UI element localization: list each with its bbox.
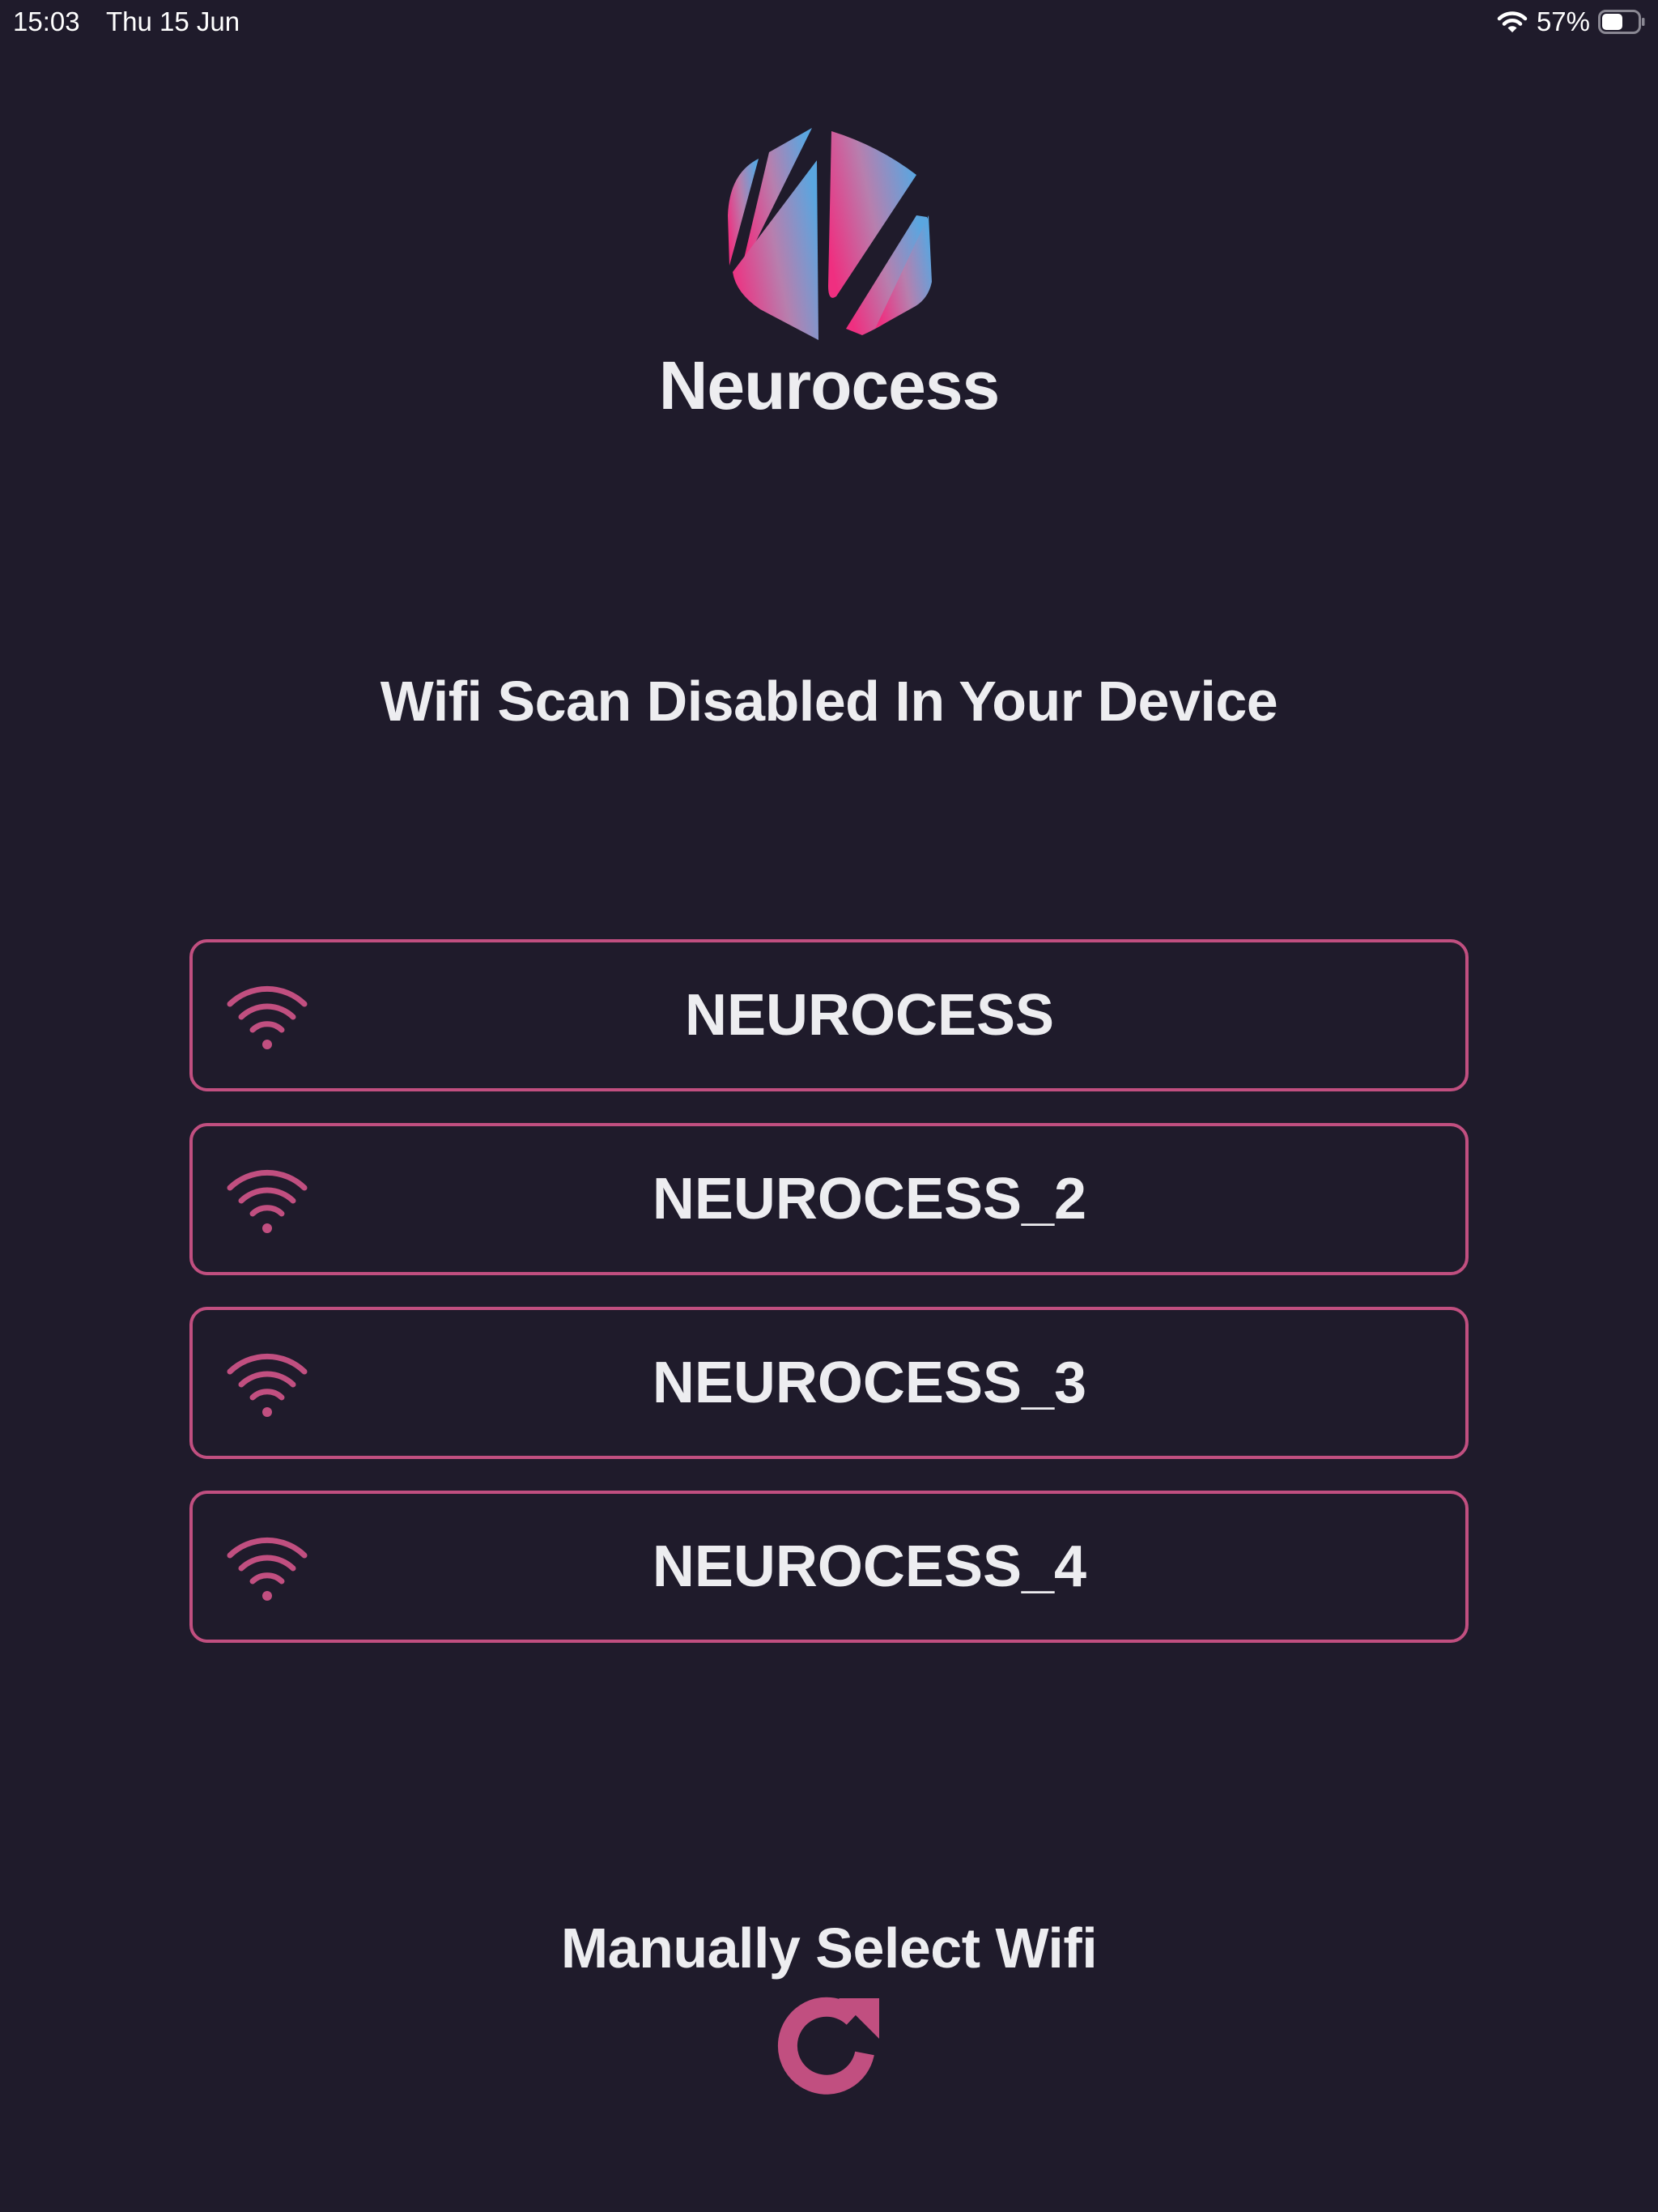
wifi-network-list: NEUROCESS NEUROCESS_2 NEUROCESS_3 NEUROC…: [189, 939, 1469, 1674]
wifi-scan-disabled-heading: Wifi Scan Disabled In Your Device: [380, 670, 1278, 733]
manually-select-wifi-button[interactable]: Manually Select Wifi: [0, 1916, 1658, 1980]
status-date: Thu 15 Jun: [106, 6, 240, 36]
wifi-network-name: NEUROCESS_2: [652, 1167, 1087, 1231]
battery-percent: 57%: [1536, 6, 1590, 36]
wifi-network-name: NEUROCESS: [684, 983, 1055, 1048]
wifi-network-item[interactable]: NEUROCESS_4: [189, 1491, 1469, 1643]
wifi-network-name: NEUROCESS_4: [652, 1534, 1087, 1599]
wifi-network-name: NEUROCESS_3: [652, 1351, 1087, 1415]
neurocess-logo-icon: [728, 128, 932, 340]
wifi-network-item[interactable]: NEUROCESS_2: [189, 1123, 1469, 1275]
wifi-network-item[interactable]: NEUROCESS: [189, 939, 1469, 1091]
brand-name: Neurocess: [658, 347, 1001, 423]
refresh-icon[interactable]: [774, 1992, 884, 2102]
wifi-network-item[interactable]: NEUROCESS_3: [189, 1307, 1469, 1459]
wifi-status-icon: [1497, 11, 1528, 32]
status-indicators: 57%: [1496, 6, 1645, 37]
status-time: 15:03: [13, 6, 80, 36]
battery-icon: [1598, 10, 1645, 34]
status-bar: 15:03 Thu 15 Jun 57%: [0, 0, 1658, 42]
